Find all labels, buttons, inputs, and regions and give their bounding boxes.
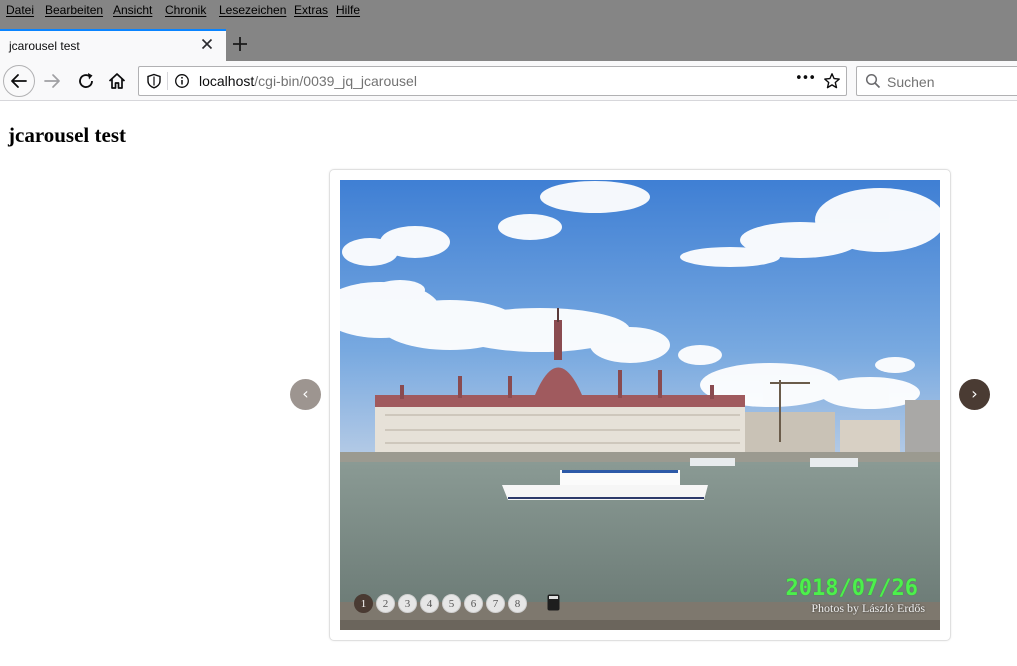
photo-date-stamp: 2018/07/26 <box>785 576 918 601</box>
arrow-left-icon <box>11 74 27 88</box>
tab-strip: jcarousel test <box>0 29 1017 61</box>
pagination-dot[interactable]: 3 <box>398 594 417 613</box>
pagination-dot[interactable]: 6 <box>464 594 483 613</box>
navigation-toolbar: localhost/cgi-bin/0039_jq_jcarousel ••• … <box>0 61 1017 101</box>
search-placeholder: Suchen <box>887 74 935 90</box>
bookmark-star-icon[interactable] <box>823 72 841 95</box>
menu-bar: Datei Bearbeiten Ansicht Chronik Lesezei… <box>0 0 1017 29</box>
carousel-prev-button[interactable]: ‹ <box>290 379 321 410</box>
url-separator <box>167 72 168 90</box>
page-actions-button[interactable]: ••• <box>795 71 816 86</box>
url-bar[interactable]: localhost/cgi-bin/0039_jq_jcarousel ••• <box>138 66 847 96</box>
menu-datei[interactable]: Datei <box>6 3 34 17</box>
back-button[interactable] <box>3 65 35 97</box>
home-button[interactable] <box>107 71 127 96</box>
url-host: localhost <box>199 73 255 89</box>
forward-button[interactable] <box>42 71 62 96</box>
menu-chronik[interactable]: Chronik <box>165 3 206 17</box>
menu-extras[interactable]: Extras <box>294 3 328 17</box>
tracking-shield-icon[interactable] <box>146 73 162 94</box>
new-tab-icon[interactable] <box>229 33 251 55</box>
site-info-icon[interactable] <box>174 73 190 94</box>
menu-hilfe[interactable]: Hilfe <box>336 3 360 17</box>
url-text[interactable]: localhost/cgi-bin/0039_jq_jcarousel <box>199 73 417 89</box>
carousel-wrapper: 1 2 3 4 5 6 7 8 2018/07/26 Photos by Lás… <box>329 169 951 641</box>
pagination-dot[interactable]: 2 <box>376 594 395 613</box>
menu-lesezeichen[interactable]: Lesezeichen <box>219 3 286 17</box>
pagination-dot[interactable]: 1 <box>354 594 373 613</box>
carousel-slide-image: 1 2 3 4 5 6 7 8 2018/07/26 Photos by Lás… <box>340 180 940 630</box>
menu-bearbeiten[interactable]: Bearbeiten <box>45 3 103 17</box>
menu-ansicht[interactable]: Ansicht <box>113 3 152 17</box>
arrow-right-icon <box>44 74 60 88</box>
pagination-dot[interactable]: 4 <box>420 594 439 613</box>
pagination-dot[interactable]: 5 <box>442 594 461 613</box>
tab-jcarousel-test[interactable]: jcarousel test <box>0 29 226 61</box>
reload-button[interactable] <box>76 71 96 96</box>
photo-credit: Photos by László Erdős <box>811 601 925 615</box>
tab-title: jcarousel test <box>9 39 80 53</box>
carousel-next-button[interactable]: › <box>959 379 990 410</box>
pagination-dot[interactable]: 8 <box>508 594 527 613</box>
autoscroll-toggle-icon[interactable] <box>547 594 560 611</box>
pagination-dot[interactable]: 7 <box>486 594 505 613</box>
url-path: /cgi-bin/0039_jq_jcarousel <box>254 73 417 89</box>
search-icon <box>865 73 881 94</box>
home-icon <box>108 73 126 89</box>
close-tab-icon[interactable] <box>199 36 215 52</box>
page-title: jcarousel test <box>8 123 126 147</box>
search-bar[interactable]: Suchen <box>856 66 1017 96</box>
reload-icon <box>79 73 93 88</box>
